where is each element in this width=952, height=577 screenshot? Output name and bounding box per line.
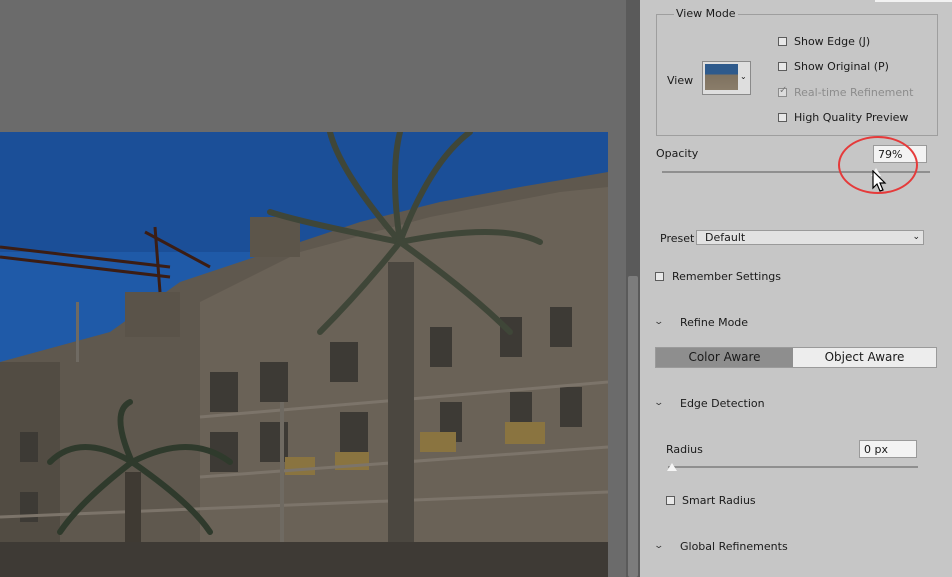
smart-radius-checkbox[interactable]	[666, 496, 675, 505]
show-edge-checkbox[interactable]	[778, 37, 787, 46]
realtime-refinement-label: Real-time Refinement	[794, 86, 914, 99]
dropdown-arrow-icon: ⌄	[912, 232, 920, 242]
refine-mode-segmented-control: Color Aware Object Aware	[655, 347, 937, 368]
remember-settings-label: Remember Settings	[672, 270, 782, 283]
refine-mode-title[interactable]: Refine Mode	[680, 316, 748, 329]
view-mode-dropdown[interactable]: ⌄	[738, 61, 751, 95]
object-aware-button[interactable]: Object Aware	[793, 348, 936, 367]
color-aware-button[interactable]: Color Aware	[656, 348, 793, 367]
preset-value: Default	[705, 231, 746, 244]
mouse-pointer-icon	[872, 170, 887, 192]
smart-radius-label: Smart Radius	[682, 494, 756, 507]
select-and-mask-panel: View Mode View ⌄ Show Edge (J) Show Orig…	[640, 0, 952, 577]
view-mode-thumbnail[interactable]	[702, 61, 740, 95]
scrollbar-thumb[interactable]	[628, 276, 638, 577]
show-original-label: Show Original (P)	[794, 60, 889, 73]
opacity-label: Opacity	[656, 147, 699, 160]
show-original-checkbox[interactable]	[778, 62, 787, 71]
remember-settings-checkbox[interactable]	[655, 272, 664, 281]
view-mode-legend: View Mode	[674, 7, 738, 20]
panel-scrollbar[interactable]	[626, 0, 640, 577]
high-quality-preview-checkbox[interactable]	[778, 113, 787, 122]
photo-preview[interactable]	[0, 132, 608, 577]
preset-select[interactable]: Default ⌄	[696, 230, 924, 245]
chevron-down-icon[interactable]: ⌄	[653, 541, 664, 551]
chevron-down-icon: ⌄	[740, 72, 747, 81]
radius-slider-thumb[interactable]	[667, 463, 677, 471]
high-quality-preview-label: High Quality Preview	[794, 111, 909, 124]
radius-label: Radius	[666, 443, 703, 456]
realtime-refinement-checkbox[interactable]	[778, 85, 787, 97]
panel-top-edge	[875, 0, 952, 2]
global-refinements-title[interactable]: Global Refinements	[680, 540, 788, 553]
radius-input[interactable]: 0 px	[859, 440, 917, 458]
preset-label: Preset	[660, 232, 695, 245]
radius-slider-track[interactable]	[668, 466, 918, 468]
show-edge-label: Show Edge (J)	[794, 35, 871, 48]
view-label: View	[667, 74, 694, 87]
chevron-down-icon[interactable]: ⌄	[653, 317, 664, 327]
canvas-area[interactable]	[0, 0, 626, 577]
edge-detection-title[interactable]: Edge Detection	[680, 397, 765, 410]
chevron-down-icon[interactable]: ⌄	[653, 398, 664, 408]
